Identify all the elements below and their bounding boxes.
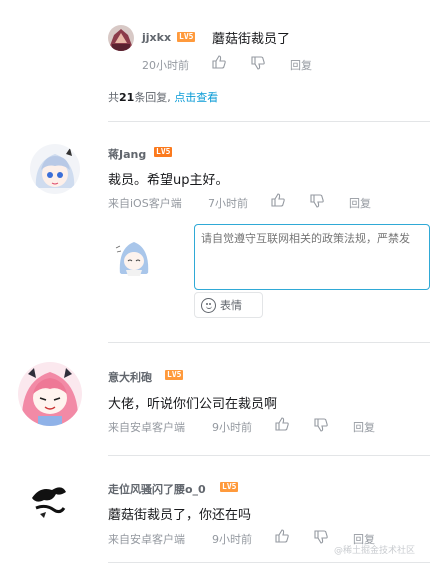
comment-1-time: 7小时前 xyxy=(208,197,248,210)
reply-summary: 共21条回复, 点击查看 xyxy=(108,89,218,105)
comment-3-avatar[interactable] xyxy=(26,478,72,524)
comment-3-source: 来自安卓客户端 xyxy=(108,533,185,546)
comment-3-level-badge: LV5 xyxy=(220,482,239,492)
divider xyxy=(108,562,430,563)
like-icon[interactable] xyxy=(271,193,285,207)
sub-reply-avatar[interactable] xyxy=(108,25,134,51)
sub-reply-time: 20小时前 xyxy=(142,59,189,72)
dislike-icon[interactable] xyxy=(251,56,265,70)
like-icon[interactable] xyxy=(212,55,226,69)
sub-reply-content: 蘑菇街裁员了 xyxy=(212,32,291,47)
sub-reply-level-badge: LV5 xyxy=(177,32,196,42)
current-user-avatar xyxy=(112,234,156,278)
comment-2-source: 来自安卓客户端 xyxy=(108,421,185,434)
comment-1-level-badge: LV5 xyxy=(154,147,173,157)
dislike-icon[interactable] xyxy=(314,418,328,432)
like-icon[interactable] xyxy=(275,417,289,431)
emoji-button-label: 表情 xyxy=(220,299,242,312)
comment-2-avatar[interactable] xyxy=(18,362,82,426)
emoji-button[interactable]: 表情 xyxy=(194,292,263,318)
divider xyxy=(108,455,430,456)
comment-2-username[interactable]: 意大利砲 xyxy=(108,369,152,385)
sub-reply-username[interactable]: jjxkx xyxy=(142,31,171,44)
comment-3-username[interactable]: 走位风骚闪了腰o_0 xyxy=(108,481,206,497)
comment-1-avatar[interactable] xyxy=(30,144,80,194)
comment-3-time: 9小时前 xyxy=(212,533,252,546)
comment-2-reply-button[interactable]: 回复 xyxy=(353,419,375,435)
smile-icon xyxy=(201,297,216,313)
watermark: @稀土掘金技术社区 xyxy=(334,546,416,556)
comment-1-username[interactable]: 蒋Jang xyxy=(108,146,146,162)
dislike-icon[interactable] xyxy=(314,530,328,544)
reply-input[interactable] xyxy=(195,225,429,252)
divider xyxy=(108,121,430,122)
comment-1-source: 来自iOS客户端 xyxy=(108,197,182,210)
reply-summary-count: 21 xyxy=(119,91,135,104)
comment-1-content: 裁员。希望up主好。 xyxy=(108,173,229,188)
reply-summary-suffix: 条回复, xyxy=(134,91,171,104)
comment-2-time: 9小时前 xyxy=(212,421,252,434)
comment-2-content: 大佬，听说你们公司在裁员啊 xyxy=(108,397,278,412)
like-icon[interactable] xyxy=(275,529,289,543)
comment-1-reply-button[interactable]: 回复 xyxy=(349,195,371,211)
divider xyxy=(108,342,430,343)
comment-2-level-badge: LV5 xyxy=(165,370,184,380)
comment-3-content: 蘑菇街裁员了，你还在吗 xyxy=(108,508,252,523)
sub-reply-reply-button[interactable]: 回复 xyxy=(290,57,312,73)
view-replies-link[interactable]: 点击查看 xyxy=(174,91,218,104)
reply-summary-prefix: 共 xyxy=(108,91,119,104)
reply-editor[interactable] xyxy=(194,224,430,290)
dislike-icon[interactable] xyxy=(310,194,324,208)
